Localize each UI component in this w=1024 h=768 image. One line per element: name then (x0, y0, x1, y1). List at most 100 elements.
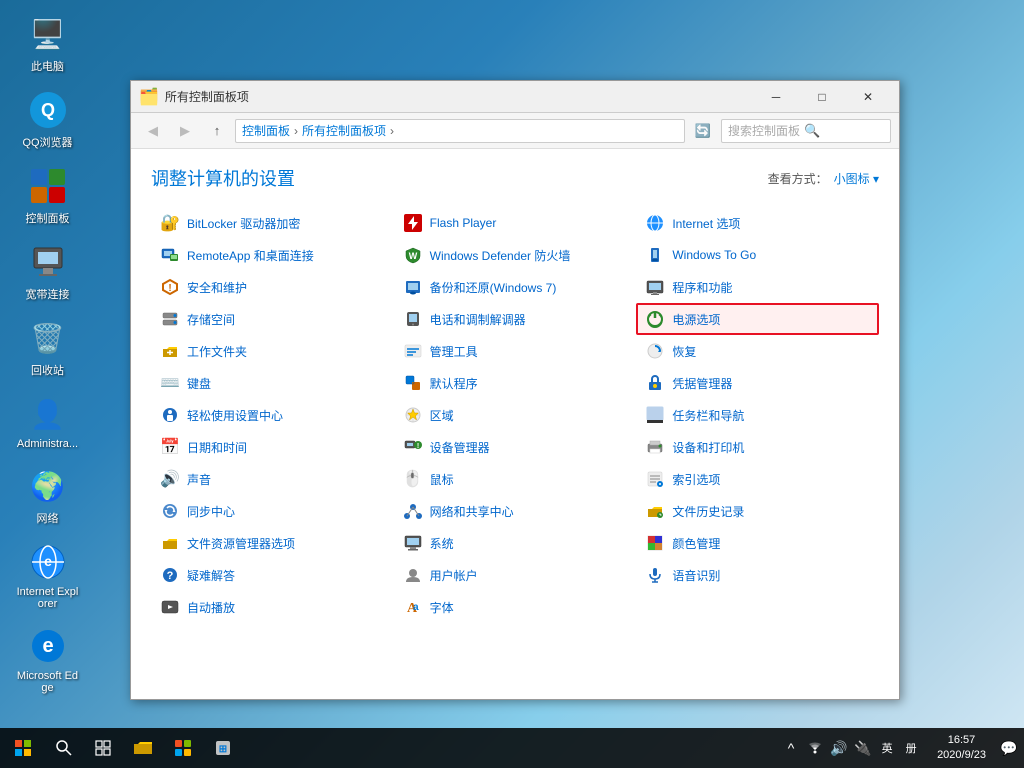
panel-item-credential[interactable]: 凭据管理器 (636, 367, 879, 399)
breadcrumb-item-1[interactable]: 控制面板 (242, 122, 290, 139)
svg-text:!: ! (416, 443, 418, 450)
desktop-icon-control-panel[interactable]: 控制面板 (10, 162, 85, 230)
desktop-icon-ie[interactable]: e Internet Explorer (10, 538, 85, 614)
region-icon (402, 404, 424, 426)
panel-item-network-sharing[interactable]: 网络和共享中心 (394, 495, 637, 527)
store-button[interactable] (163, 728, 203, 768)
devices-printers-label: 设备和打印机 (672, 439, 744, 456)
panel-item-autoplay[interactable]: 自动播放 (151, 591, 394, 623)
panel-item-system[interactable]: 系统 (394, 527, 637, 559)
breadcrumb-item-2[interactable]: 所有控制面板项 (302, 122, 386, 139)
nav-bar: ◀ ▶ ↑ 控制面板 › 所有控制面板项 › 🔄 搜索控制面板 🔍 (131, 113, 899, 149)
panel-item-file-explorer-opts[interactable]: 文件资源管理器选项 (151, 527, 394, 559)
panel-item-internet[interactable]: Internet 选项 (636, 207, 879, 239)
search-box[interactable]: 搜索控制面板 🔍 (721, 119, 891, 143)
clock[interactable]: 16:57 2020/9/23 (929, 733, 994, 764)
svg-text:Q: Q (40, 100, 54, 120)
tray-input-method[interactable]: 英 (877, 738, 897, 758)
panel-item-devmgr[interactable]: ! 设备管理器 (394, 431, 637, 463)
taskbar-search-button[interactable] (45, 728, 83, 768)
desktop-icon-recycle[interactable]: 🗑️ 回收站 (10, 314, 85, 382)
panel-item-troubleshoot[interactable]: ? 疑难解答 (151, 559, 394, 591)
recovery-icon (644, 340, 666, 362)
desktop-icon-broadband[interactable]: 宽带连接 (10, 238, 85, 306)
taskbar-cp-button[interactable]: ⊞ (203, 728, 243, 768)
breadcrumb: 控制面板 › 所有控制面板项 › (242, 122, 394, 139)
panel-item-workfolders[interactable]: 工作文件夹 (151, 335, 394, 367)
tray-power[interactable]: 🔌 (853, 738, 873, 758)
tray-sound[interactable]: 🔊 (829, 738, 849, 758)
troubleshoot-icon: ? (159, 564, 181, 586)
recycle-icon: 🗑️ (28, 318, 68, 358)
defender-icon: W (402, 244, 424, 266)
refresh-button[interactable]: 🔄 (689, 117, 717, 145)
mouse-label: 鼠标 (430, 471, 454, 488)
panel-item-user-accounts[interactable]: 用户帐户 (394, 559, 637, 591)
up-button[interactable]: ↑ (203, 117, 231, 145)
panel-item-bitlocker[interactable]: 🔐 BitLocker 驱动器加密 (151, 207, 394, 239)
forward-button[interactable]: ▶ (171, 117, 199, 145)
desktop-icon-admin[interactable]: 👤 Administra... (10, 390, 85, 454)
panel-item-color-mgmt[interactable]: 颜色管理 (636, 527, 879, 559)
panel-item-keyboard[interactable]: ⌨️ 键盘 (151, 367, 394, 399)
phone-label: 电话和调制解调器 (430, 311, 526, 328)
broadband-icon (28, 242, 68, 282)
admintools-label: 管理工具 (430, 343, 478, 360)
start-button[interactable] (0, 728, 45, 768)
maximize-button[interactable]: □ (799, 81, 845, 113)
desktop-icon-qq[interactable]: Q QQ浏览器 (10, 86, 85, 154)
panel-item-power[interactable]: 电源选项 (636, 303, 879, 335)
taskbar-nav-label: 任务栏和导航 (672, 407, 744, 424)
page-title: 调整计算机的设置 (151, 165, 295, 191)
panel-item-sound[interactable]: 🔊 声音 (151, 463, 394, 495)
admin-label: Administra... (17, 438, 78, 450)
panel-item-speech[interactable]: 语音识别 (636, 559, 879, 591)
close-button[interactable]: ✕ (845, 81, 891, 113)
desktop-icon-network[interactable]: 🌍 网络 (10, 462, 85, 530)
this-pc-label: 此电脑 (31, 58, 64, 74)
back-button[interactable]: ◀ (139, 117, 167, 145)
panel-item-datetime[interactable]: 📅 日期和时间 (151, 431, 394, 463)
ie-label: Internet Explorer (14, 586, 81, 610)
svg-text:⊞: ⊞ (219, 744, 227, 755)
panel-item-phone[interactable]: 电话和调制解调器 (394, 303, 637, 335)
address-bar[interactable]: 控制面板 › 所有控制面板项 › (235, 119, 685, 143)
minimize-button[interactable]: ─ (753, 81, 799, 113)
panel-item-taskbar-nav[interactable]: 任务栏和导航 (636, 399, 879, 431)
internet-icon (644, 212, 666, 234)
bitlocker-icon: 🔐 (159, 212, 181, 234)
tray-chevron[interactable]: ^ (781, 738, 801, 758)
panel-item-default-progs[interactable]: 默认程序 (394, 367, 637, 399)
panel-item-file-history[interactable]: 文件历史记录 (636, 495, 879, 527)
sound-label: 声音 (187, 471, 211, 488)
panel-item-security[interactable]: ! 安全和维护 (151, 271, 394, 303)
tray-network[interactable] (805, 738, 825, 758)
panel-item-storage[interactable]: 存储空间 (151, 303, 394, 335)
desktop-icon-this-pc[interactable]: 🖥️ 此电脑 (10, 10, 85, 78)
panel-item-mouse[interactable]: 🖱️ 鼠标 (394, 463, 637, 495)
panel-item-devices-printers[interactable]: 设备和打印机 (636, 431, 879, 463)
panel-item-remoteapp[interactable]: RemoteApp 和桌面连接 (151, 239, 394, 271)
panel-item-backup[interactable]: 备份和还原(Windows 7) (394, 271, 637, 303)
panel-item-region[interactable]: 区域 (394, 399, 637, 431)
panel-item-indexing[interactable]: 索引选项 (636, 463, 879, 495)
panel-item-wintogo[interactable]: Windows To Go (636, 239, 879, 271)
system-icon (402, 532, 424, 554)
flash-label: Flash Player (430, 216, 497, 230)
panel-item-recovery[interactable]: 恢复 (636, 335, 879, 367)
panel-item-defender[interactable]: W Windows Defender 防火墙 (394, 239, 637, 271)
file-explorer-button[interactable] (123, 728, 163, 768)
panel-item-flash[interactable]: Flash Player (394, 207, 637, 239)
task-view-button[interactable] (83, 728, 123, 768)
panel-item-admintools[interactable]: 管理工具 (394, 335, 637, 367)
view-dropdown[interactable]: 小图标 ▾ (834, 170, 879, 187)
desktop-icon-edge[interactable]: e Microsoft Edge (10, 622, 85, 698)
panel-item-sync[interactable]: 同步中心 (151, 495, 394, 527)
notification-button[interactable]: 💬 (994, 728, 1024, 768)
panel-item-ease[interactable]: 轻松使用设置中心 (151, 399, 394, 431)
user-accounts-icon (402, 564, 424, 586)
file-explorer-opts-label: 文件资源管理器选项 (187, 535, 295, 552)
panel-item-fonts[interactable]: Aa 字体 (394, 591, 637, 623)
panel-item-programs[interactable]: 程序和功能 (636, 271, 879, 303)
tray-ime[interactable]: 册 (901, 738, 921, 758)
